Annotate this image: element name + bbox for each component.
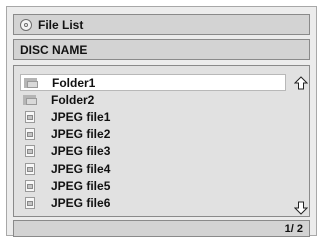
jpeg-file-icon bbox=[23, 128, 37, 141]
jpeg-file-icon bbox=[23, 162, 37, 175]
title-bar: File List bbox=[13, 14, 310, 35]
list-item-label: Folder1 bbox=[52, 75, 96, 90]
scroll-down-arrow-icon[interactable] bbox=[294, 201, 308, 215]
list-item-label: JPEG file4 bbox=[51, 161, 111, 176]
folder-list-item[interactable]: Folder1 bbox=[20, 74, 286, 91]
list-item-label: JPEG file6 bbox=[51, 195, 111, 210]
list-item-label: JPEG file5 bbox=[51, 178, 111, 193]
folder-list-item[interactable]: Folder2 bbox=[20, 91, 286, 108]
disc-name-bar: DISC NAME bbox=[13, 39, 310, 60]
jpeg-file-icon bbox=[23, 179, 37, 192]
list-item-label: JPEG file1 bbox=[51, 109, 111, 124]
file-list-item[interactable]: JPEG file1 bbox=[20, 108, 286, 125]
file-list-item[interactable]: JPEG file6 bbox=[20, 194, 286, 211]
file-list-item[interactable]: JPEG file2 bbox=[20, 126, 286, 143]
folder-icon bbox=[23, 94, 37, 106]
file-list: Folder1 Folder2 JPEG file1 JPEG file2 JPEG f… bbox=[13, 65, 310, 217]
scroll-up-arrow-icon[interactable] bbox=[294, 76, 308, 90]
file-list-item[interactable]: JPEG file3 bbox=[20, 143, 286, 160]
jpeg-file-icon bbox=[23, 145, 37, 158]
file-list-window: File List DISC NAME Folder1 Folder2 JPEG f… bbox=[6, 6, 317, 237]
page-indicator-bar: 1/ 2 bbox=[13, 220, 310, 237]
disc-name: DISC NAME bbox=[20, 42, 88, 57]
jpeg-file-icon bbox=[23, 110, 37, 123]
list-item-label: JPEG file3 bbox=[51, 144, 111, 159]
page-indicator: 1/ 2 bbox=[284, 222, 303, 235]
folder-icon bbox=[24, 77, 38, 89]
disc-icon bbox=[20, 18, 32, 31]
file-list-item[interactable]: JPEG file4 bbox=[20, 160, 286, 177]
jpeg-file-icon bbox=[23, 196, 37, 209]
list-item-label: JPEG file2 bbox=[51, 127, 111, 142]
list-item-label: Folder2 bbox=[51, 92, 95, 107]
window-title: File List bbox=[38, 17, 84, 32]
file-list-item[interactable]: JPEG file5 bbox=[20, 177, 286, 194]
